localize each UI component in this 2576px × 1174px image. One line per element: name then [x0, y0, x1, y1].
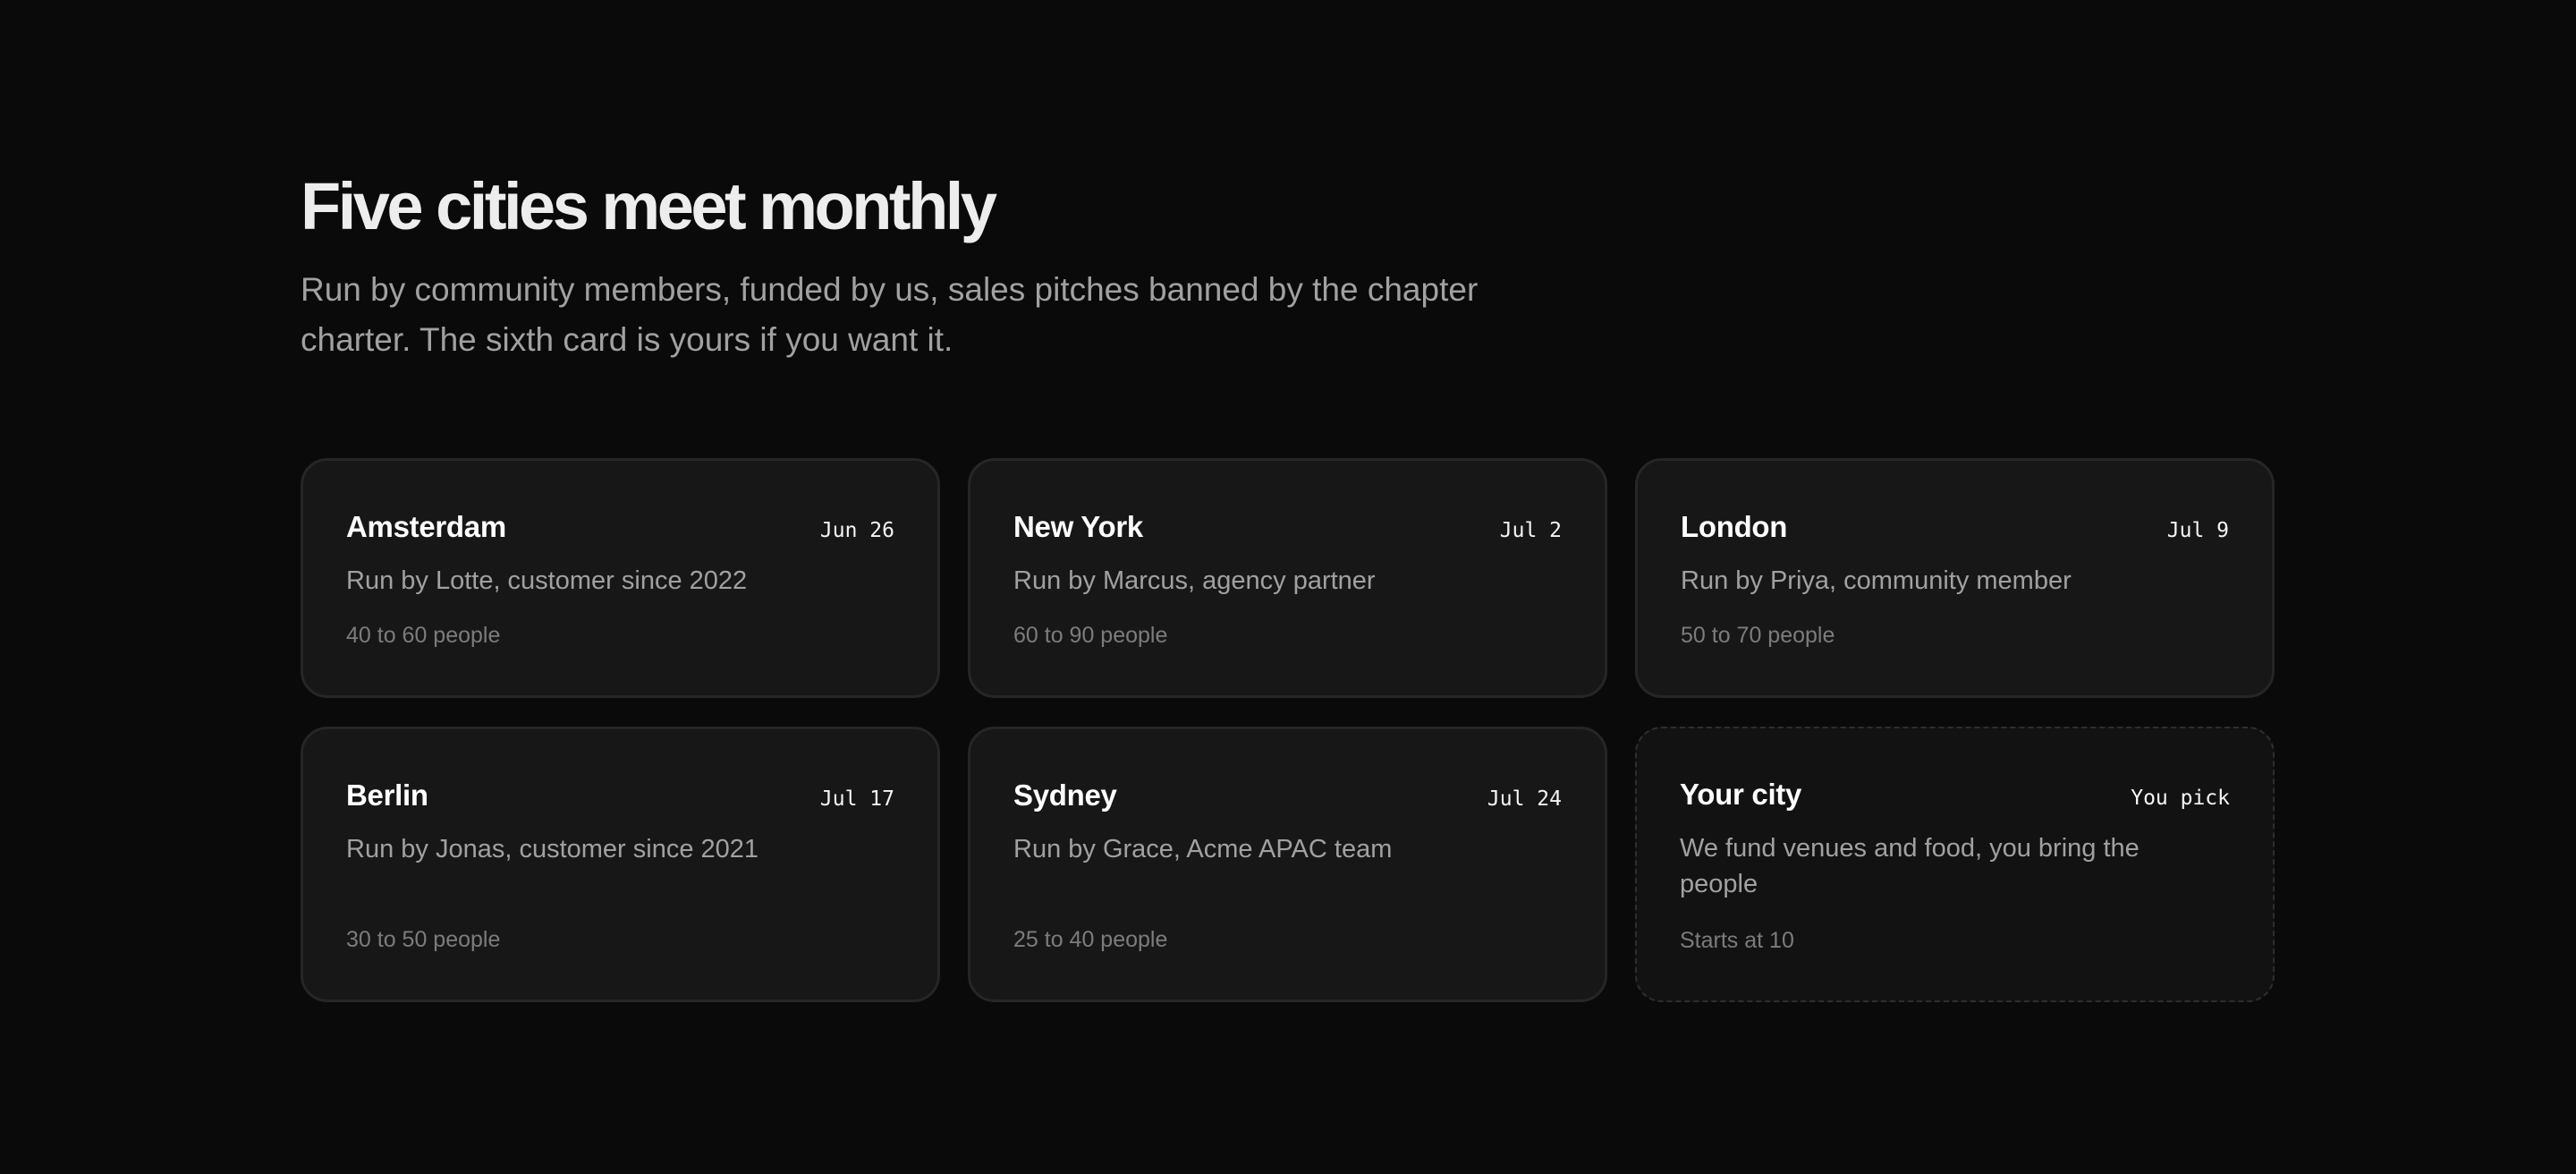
- city-name: New York: [1013, 510, 1143, 543]
- city-card-sydney[interactable]: Sydney Jul 24 Run by Grace, Acme APAC te…: [968, 727, 1607, 1002]
- meetup-date: Jul 2: [1499, 519, 1562, 542]
- city-card-amsterdam[interactable]: Amsterdam Jun 26 Run by Lotte, customer …: [301, 458, 940, 698]
- meetup-date: Jul 9: [2166, 519, 2229, 542]
- city-name: London: [1681, 510, 1788, 543]
- attendance-range: 30 to 50 people: [346, 927, 501, 952]
- card-header: Your city You pick: [1680, 777, 2230, 812]
- attendance-range: 25 to 40 people: [1013, 927, 1168, 952]
- card-header: Amsterdam Jun 26: [346, 509, 894, 545]
- city-name: Your city: [1680, 778, 1802, 811]
- chapters-section: Five cities meet monthly Run by communit…: [301, 168, 2275, 1002]
- card-header: New York Jul 2: [1013, 509, 1562, 545]
- meetup-date: You pick: [2131, 787, 2230, 810]
- organizer-text: We fund venues and food, you bring the p…: [1680, 834, 2140, 898]
- attendance-range: 50 to 70 people: [1681, 623, 1835, 648]
- attendance-range: Starts at 10: [1680, 928, 1794, 953]
- meetup-date: Jul 24: [1487, 787, 1562, 811]
- page-subtitle: Run by community members, funded by us, …: [301, 271, 1479, 358]
- city-card-grid: Amsterdam Jun 26 Run by Lotte, customer …: [301, 458, 2275, 1002]
- city-card-new-york[interactable]: New York Jul 2 Run by Marcus, agency par…: [968, 458, 1607, 698]
- attendance-range: 40 to 60 people: [346, 623, 501, 648]
- card-header: London Jul 9: [1681, 509, 2229, 545]
- attendance-range: 60 to 90 people: [1013, 623, 1168, 648]
- city-name: Amsterdam: [346, 510, 506, 543]
- city-card-your-city[interactable]: Your city You pick We fund venues and fo…: [1635, 727, 2275, 1002]
- city-card-berlin[interactable]: Berlin Jul 17 Run by Jonas, customer sin…: [301, 727, 940, 1002]
- city-name: Sydney: [1013, 778, 1117, 812]
- card-header: Berlin Jul 17: [346, 778, 894, 813]
- page-title: Five cities meet monthly: [301, 169, 997, 243]
- city-card-london[interactable]: London Jul 9 Run by Priya, community mem…: [1635, 458, 2275, 698]
- organizer-text: Run by Grace, Acme APAC team: [1013, 835, 1393, 863]
- meetup-date: Jun 26: [819, 519, 894, 542]
- organizer-text: Run by Priya, community member: [1681, 566, 2072, 595]
- card-header: Sydney Jul 24: [1013, 778, 1562, 813]
- city-name: Berlin: [346, 778, 428, 812]
- organizer-text: Run by Jonas, customer since 2021: [346, 835, 759, 863]
- organizer-text: Run by Lotte, customer since 2022: [346, 566, 748, 595]
- meetup-date: Jul 17: [819, 787, 894, 811]
- organizer-text: Run by Marcus, agency partner: [1013, 566, 1376, 595]
